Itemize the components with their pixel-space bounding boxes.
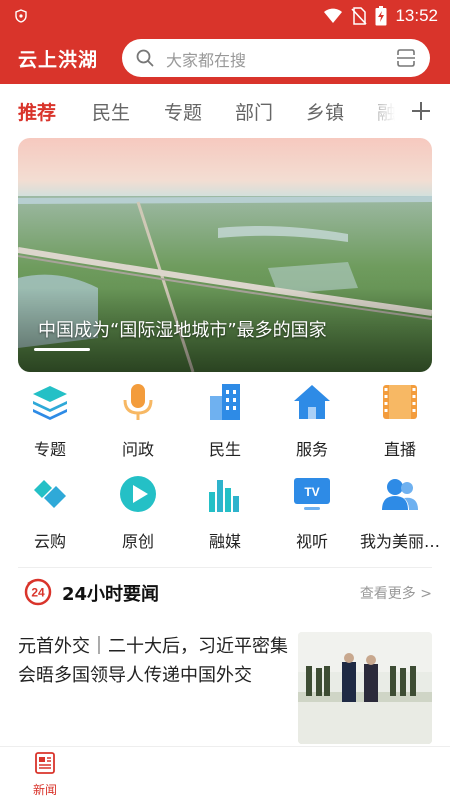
status-bar: 13:52 bbox=[0, 0, 450, 32]
clock: 13:52 bbox=[395, 6, 438, 25]
section-title: 24小时要闻 bbox=[62, 584, 160, 605]
grid-item-shopping[interactable]: 云购 bbox=[5, 470, 95, 558]
film-icon bbox=[383, 385, 417, 419]
news-thumbnail[interactable] bbox=[298, 632, 432, 744]
layers-icon bbox=[33, 386, 67, 420]
grid-label: 原创 bbox=[121, 532, 154, 551]
people-icon bbox=[382, 479, 418, 510]
grid-label: 问政 bbox=[121, 440, 154, 459]
grid-item-audiovisual[interactable]: TV 视听 bbox=[267, 470, 357, 558]
grid-label: 专题 bbox=[33, 440, 66, 459]
svg-text:TV: TV bbox=[304, 485, 319, 499]
bar-chart-icon bbox=[209, 480, 239, 512]
plus-icon bbox=[412, 102, 430, 120]
banner-carousel[interactable]: 中国成为“国际湿地城市”最多的国家 bbox=[18, 138, 432, 372]
bottom-navigation: 新闻 bbox=[0, 746, 450, 800]
grid-item-services[interactable]: 服务 bbox=[267, 378, 357, 466]
nav-label: 新闻 bbox=[32, 783, 57, 797]
grid-label: 云购 bbox=[33, 532, 66, 551]
feature-grid: 专题 问政 民生 服务 直播 云购 原创 融媒 TV 视听 我为美丽… bbox=[0, 378, 450, 556]
news-item[interactable]: 元首外交｜二十大后，习近平密集会晤多国领导人传递中国外交 bbox=[18, 632, 432, 746]
app-header: 云上洪湖 大家都在搜 bbox=[0, 32, 450, 84]
tv-icon: TV bbox=[294, 478, 330, 510]
grid-item-beautiful[interactable]: 我为美丽… bbox=[355, 470, 445, 558]
tab-departments[interactable]: 部门 bbox=[235, 98, 273, 125]
grid-item-media[interactable]: 融媒 bbox=[180, 470, 270, 558]
building-icon bbox=[210, 384, 240, 420]
banner-caption[interactable]: 中国成为“国际湿地城市”最多的国家 bbox=[38, 316, 327, 342]
wifi-icon bbox=[324, 8, 343, 23]
grid-item-livelihood[interactable]: 民生 bbox=[180, 378, 270, 466]
add-channel-button[interactable] bbox=[404, 94, 438, 128]
microphone-icon bbox=[123, 384, 153, 420]
grid-label: 融媒 bbox=[208, 532, 241, 551]
app-title: 云上洪湖 bbox=[18, 49, 99, 71]
tab-towns[interactable]: 乡镇 bbox=[306, 98, 344, 125]
grid-item-original[interactable]: 原创 bbox=[93, 470, 183, 558]
grid-label: 直播 bbox=[383, 440, 416, 459]
newspaper-icon bbox=[35, 752, 55, 774]
24h-logo-icon: 24 bbox=[24, 578, 52, 606]
grid-item-inquiry[interactable]: 问政 bbox=[93, 378, 183, 466]
grid-label: 视听 bbox=[295, 532, 328, 551]
channel-tabs: 推荐 民生 专题 部门 乡镇 融媒 bbox=[0, 84, 450, 138]
home-icon bbox=[294, 385, 330, 419]
no-sim-icon bbox=[351, 7, 368, 25]
section-divider bbox=[18, 567, 432, 568]
grid-item-topics[interactable]: 专题 bbox=[5, 378, 95, 466]
news-title[interactable]: 元首外交｜二十大后，习近平密集会晤多国领导人传递中国外交 bbox=[18, 632, 288, 690]
tab-recommend[interactable]: 推荐 bbox=[18, 98, 56, 125]
grid-item-live[interactable]: 直播 bbox=[355, 378, 445, 466]
grid-label: 民生 bbox=[208, 440, 241, 459]
svg-text:24: 24 bbox=[31, 586, 45, 600]
search-icon bbox=[136, 49, 154, 67]
grid-label: 服务 bbox=[295, 440, 328, 459]
handshake-icon bbox=[34, 480, 66, 508]
play-icon bbox=[120, 476, 156, 512]
tab-topics[interactable]: 专题 bbox=[164, 98, 202, 125]
shield-icon bbox=[15, 9, 27, 23]
scan-icon[interactable] bbox=[396, 48, 416, 68]
search-placeholder[interactable]: 大家都在搜 bbox=[166, 47, 246, 71]
carousel-dot-active bbox=[34, 348, 90, 351]
view-more-link[interactable]: 查看更多 > bbox=[360, 583, 432, 603]
news-section-header: 24 24小时要闻 查看更多 > bbox=[0, 572, 450, 614]
tab-livelihood[interactable]: 民生 bbox=[92, 98, 130, 125]
battery-icon bbox=[375, 6, 387, 26]
search-bar[interactable]: 大家都在搜 bbox=[122, 39, 430, 77]
nav-news[interactable]: 新闻 bbox=[18, 747, 72, 800]
grid-label: 我为美丽… bbox=[359, 532, 440, 551]
carousel-indicator bbox=[34, 348, 90, 351]
